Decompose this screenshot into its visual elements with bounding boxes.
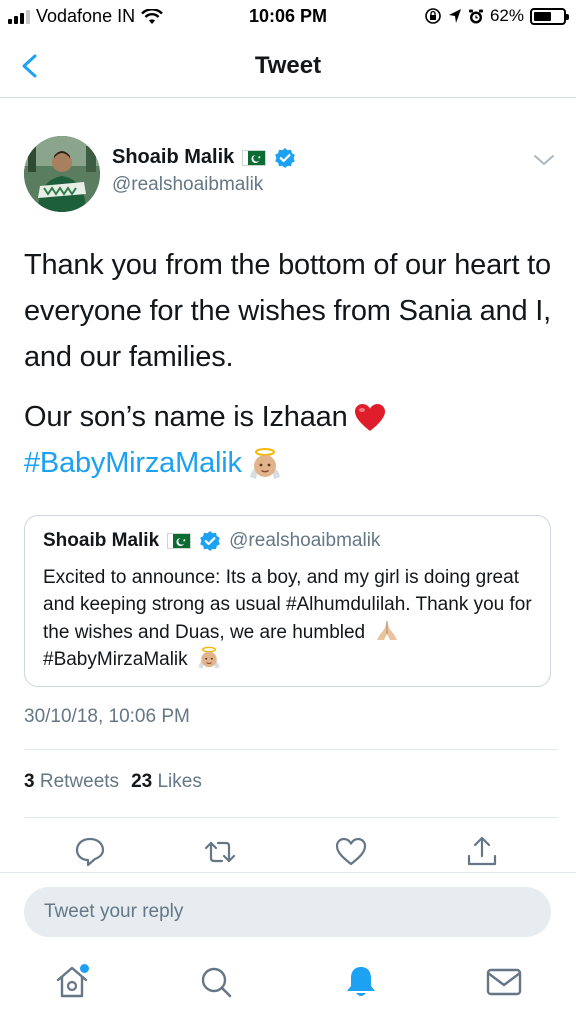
tweet-hashtag-link[interactable]: #BabyMirzaMalik xyxy=(24,447,242,479)
retweets-stat[interactable]: 3 Retweets xyxy=(24,771,119,793)
baby-angel-emoji-icon xyxy=(249,448,280,480)
quoted-tweet-card[interactable]: Shoaib Malik @realshoaibmalik Excited to… xyxy=(24,515,551,687)
bell-icon[interactable] xyxy=(341,962,381,1002)
divider xyxy=(24,817,558,818)
quoted-tweet-hashtag[interactable]: #BabyMirzaMalik xyxy=(43,649,188,670)
tweet-timestamp: 30/10/18, 10:06 PM xyxy=(24,706,190,727)
pakistan-flag-icon xyxy=(167,533,192,549)
retweets-label: Retweets xyxy=(39,771,120,792)
heart-icon[interactable] xyxy=(333,834,369,870)
alarm-icon xyxy=(468,9,483,23)
home-notification-dot xyxy=(80,964,89,973)
verified-badge-icon xyxy=(275,147,296,168)
engagement-stats: 3 Retweets 23 Likes xyxy=(24,771,202,793)
reply-icon[interactable] xyxy=(72,834,108,870)
battery-percent: 62% xyxy=(489,6,524,25)
navigation-bar: Tweet xyxy=(0,34,576,98)
status-bar: Vodafone IN 10:06 PM 62% xyxy=(0,0,576,34)
mail-icon[interactable] xyxy=(484,962,524,1002)
pakistan-flag-icon xyxy=(242,149,267,166)
avatar[interactable] xyxy=(24,136,100,212)
reply-input[interactable] xyxy=(24,887,551,937)
location-arrow-icon xyxy=(448,9,461,23)
divider xyxy=(24,749,558,750)
avatar-image xyxy=(24,136,100,212)
folded-hands-emoji-icon xyxy=(377,620,398,640)
battery-level-fill xyxy=(534,11,552,21)
retweets-count: 3 xyxy=(24,771,35,792)
retweet-icon[interactable] xyxy=(202,834,238,870)
likes-label: Likes xyxy=(157,771,202,792)
author-name[interactable]: Shoaib Malik xyxy=(112,146,234,169)
quoted-tweet-header: Shoaib Malik @realshoaibmalik xyxy=(43,530,380,552)
tweet-text-secondary: Our son’s name is Izhaan #BabyMirzaMalik xyxy=(24,394,554,486)
tab-bar xyxy=(0,952,576,1024)
rotation-lock-icon xyxy=(425,8,441,24)
quoted-author-handle: @realshoaibmalik xyxy=(229,530,381,551)
tweet-actions xyxy=(0,834,576,870)
tweet-text: Thank you from the bottom of our heart t… xyxy=(24,249,551,373)
share-icon[interactable] xyxy=(464,834,500,870)
author-handle[interactable]: @realshoaibmalik xyxy=(112,174,263,196)
likes-count: 23 xyxy=(131,771,153,792)
quoted-tweet-body: Excited to announce: Its a boy, and my g… xyxy=(43,567,532,643)
red-heart-emoji-icon xyxy=(354,404,385,432)
status-right-group: 62% xyxy=(424,6,569,26)
baby-angel-emoji-icon xyxy=(198,646,220,669)
quoted-author-name: Shoaib Malik xyxy=(43,530,160,551)
likes-stat[interactable]: 23 Likes xyxy=(131,771,202,793)
search-icon[interactable] xyxy=(196,962,236,1002)
verified-badge-icon xyxy=(200,531,220,551)
chevron-down-icon[interactable] xyxy=(532,152,556,168)
reply-bar xyxy=(0,872,576,952)
author-name-row[interactable]: Shoaib Malik xyxy=(112,146,296,169)
battery-icon xyxy=(530,7,569,25)
quoted-tweet-text: Excited to announce: Its a boy, and my g… xyxy=(43,564,543,673)
page-title: Tweet xyxy=(254,52,322,79)
tweet-son-name-text: Our son’s name is Izhaan xyxy=(24,401,348,433)
